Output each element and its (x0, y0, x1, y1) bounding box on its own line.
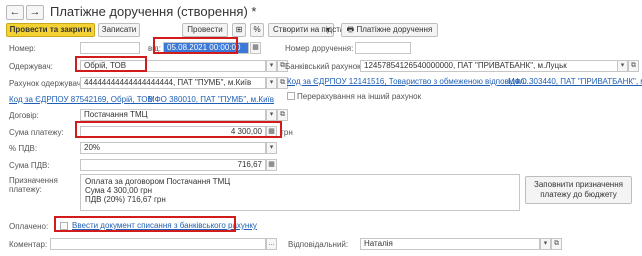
number-label: Номер: (9, 44, 36, 53)
contract-label: Договір: (9, 111, 39, 120)
comment-label: Коментар: (9, 240, 48, 249)
highlight-amount (75, 121, 282, 138)
responsible-label: Відповідальний: (288, 240, 349, 249)
fill-budget-purpose-line1: Заповнити призначення (534, 180, 623, 189)
mfo-link-left[interactable]: МФО 380010, ПАТ "ПУМБ", м.Київ (148, 95, 274, 104)
print-label: Платіжне доручення (356, 25, 433, 34)
fill-budget-purpose-line2: платежу до бюджету (540, 190, 617, 199)
back-button[interactable]: ← (6, 5, 24, 20)
paid-label: Оплачено: (9, 222, 49, 231)
bank-account-field[interactable]: 12457854126540000000, ПАТ "ПРИВАТБАНК", … (360, 60, 618, 72)
responsible-dropdown-icon[interactable]: ▾ (540, 238, 551, 250)
calendar-icon[interactable]: ▦ (250, 42, 261, 54)
highlight-date (153, 37, 238, 54)
highlight-recipient (75, 56, 147, 72)
recipient-label: Одержувач: (9, 62, 53, 71)
vat-rate-field[interactable]: 20% (80, 142, 266, 154)
edrpou-link-right[interactable]: Код за ЄДРПОУ 12141516, Товариство з обм… (287, 77, 531, 86)
recipient-account-dropdown-icon[interactable]: ▾ (266, 77, 277, 89)
responsible-field[interactable]: Наталія (360, 238, 540, 250)
chevron-down-icon: ▾ (325, 25, 330, 34)
doc-number-label: Номер доручення: (285, 44, 354, 53)
mfo-link-right[interactable]: МФО 303440, ПАТ "ПРИВАТБАНК", м.Луцьк (508, 77, 642, 86)
payment-order-print-button[interactable]: 🖶 Платіжне доручення (341, 23, 438, 37)
contract-open-icon[interactable]: ⧉ (277, 109, 288, 121)
purpose-line: ПДВ (20%) 716,67 грн (85, 195, 166, 204)
percent-icon[interactable]: % (250, 23, 264, 37)
payer-account-label: Рахунок одержувача: (9, 79, 88, 88)
purpose-line: Сума 4 300,00 грн (85, 186, 153, 195)
doc-number-field[interactable] (355, 42, 411, 54)
transfer-checkbox[interactable] (287, 92, 295, 100)
transfer-label: Перерахування на інший рахунок (297, 92, 422, 101)
fill-budget-purpose-button[interactable]: Заповнити призначення платежу до бюджету (525, 176, 632, 204)
comment-field[interactable] (50, 238, 266, 250)
amount-label: Сума платежу: (9, 128, 64, 137)
contract-field[interactable]: Постачання ТМЦ (80, 109, 266, 121)
create-based-label: Створити на підставі (273, 25, 351, 34)
bank-account-dropdown-icon[interactable]: ▾ (617, 60, 628, 72)
forward-button[interactable]: → (26, 5, 44, 20)
recipient-dropdown-icon[interactable]: ▾ (266, 60, 277, 72)
responsible-open-icon[interactable]: ⧉ (551, 238, 562, 250)
recipient-account-field[interactable]: 44444444444444444444, ПАТ "ПУМБ", м.Київ (80, 77, 266, 89)
purpose-label-2: платежу: (9, 185, 42, 194)
create-based-on-button[interactable]: Створити на підставі ▾ (268, 23, 350, 37)
vat-sum-field[interactable]: 716,67 (80, 159, 266, 171)
vat-sum-label: Сума ПДВ: (9, 161, 50, 170)
structure-icon[interactable]: ⊞ (232, 23, 246, 37)
number-field[interactable] (80, 42, 140, 54)
vat-rate-dropdown-icon[interactable]: ▾ (266, 142, 277, 154)
page-title: Платіжне доручення (створення) * (50, 4, 257, 19)
purpose-line: Оплата за договором Постачання ТМЦ (85, 177, 231, 186)
purpose-label-1: Призначення (9, 176, 58, 185)
contract-dropdown-icon[interactable]: ▾ (266, 109, 277, 121)
comment-expand-icon[interactable]: … (266, 238, 277, 250)
bank-account-open-icon[interactable]: ⧉ (628, 60, 639, 72)
purpose-textarea[interactable]: Оплата за договором Постачання ТМЦ Сума … (80, 174, 520, 211)
post-and-close-button[interactable]: Провести та закрити (6, 23, 95, 37)
highlight-paid (54, 216, 236, 232)
save-button[interactable]: Записати (98, 23, 140, 37)
edrpou-link-left[interactable]: Код за ЄДРПОУ 87542169, Обрій, ТОВ (9, 95, 153, 104)
print-icon: 🖶 (346, 25, 355, 34)
vat-label: % ПДВ: (9, 144, 38, 153)
bank-account-label: Банківський рахунок: (285, 62, 363, 71)
amount-currency: грн (281, 128, 293, 137)
post-button[interactable]: Провести (182, 23, 228, 37)
vat-calculator-icon[interactable]: ▦ (266, 159, 277, 171)
